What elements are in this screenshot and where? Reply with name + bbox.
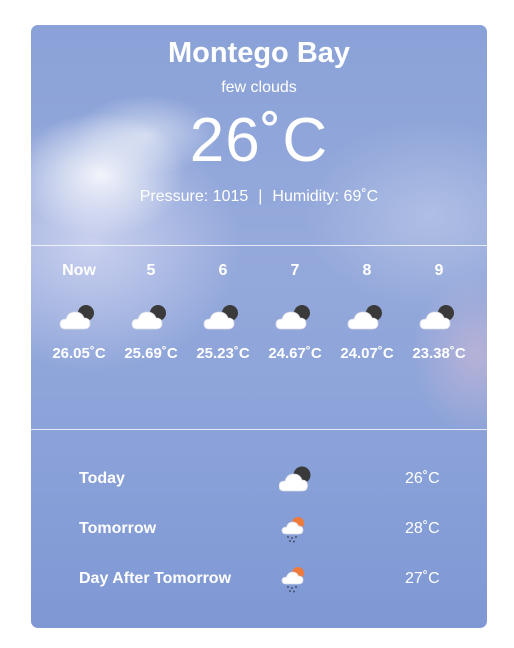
hourly-item: 7 24.67˚C	[259, 261, 331, 367]
daily-row: Tomorrow 28˚C	[31, 514, 487, 544]
hour-label: 9	[434, 262, 444, 279]
divider	[31, 245, 487, 246]
day-label: Tomorrow	[79, 520, 157, 537]
few-clouds-night-icon	[275, 305, 310, 330]
hour-label: 6	[218, 262, 228, 279]
few-clouds-night-icon	[203, 305, 238, 330]
rain-sun-icon	[281, 567, 304, 593]
hour-temperature: 25.23˚C	[196, 345, 250, 362]
day-temperature: 26˚C	[405, 470, 440, 487]
day-label: Day After Tomorrow	[79, 570, 232, 587]
hour-label: 8	[362, 262, 372, 279]
hourly-forecast: Now 26.05˚C 5 25.69˚C 6 25.23˚C 7 24.67˚…	[43, 261, 475, 411]
weather-details: Pressure: 1015 | Humidity: 69˚C	[31, 188, 487, 206]
day-label: Today	[79, 470, 125, 487]
city-name: Montego Bay	[167, 37, 351, 69]
hour-label: 5	[146, 262, 156, 279]
weather-card: Montego Bay few clouds 26˚C Pressure: 10…	[31, 25, 487, 628]
few-clouds-night-icon	[131, 305, 166, 330]
rain-sun-icon	[281, 517, 304, 543]
hour-label: Now	[62, 262, 96, 279]
hourly-item: 8 24.07˚C	[331, 261, 403, 367]
hourly-item: 5 25.69˚C	[115, 261, 187, 367]
divider	[31, 429, 487, 430]
hour-temperature: 26.05˚C	[52, 345, 106, 362]
hourly-item: 6 25.23˚C	[187, 261, 259, 367]
day-temperature: 28˚C	[405, 520, 440, 537]
details-separator: |	[258, 188, 263, 205]
daily-row: Today 26˚C	[31, 464, 487, 494]
weather-description: few clouds	[221, 79, 297, 96]
few-clouds-night-icon	[419, 305, 454, 330]
hour-temperature: 23.38˚C	[412, 345, 466, 362]
hour-label: 7	[290, 262, 300, 279]
day-temperature: 27˚C	[405, 570, 440, 587]
hourly-item: Now 26.05˚C	[43, 261, 115, 367]
few-clouds-night-icon	[347, 305, 382, 330]
current-weather: Montego Bay few clouds 26˚C Pressure: 10…	[31, 25, 487, 245]
hour-temperature: 24.07˚C	[340, 345, 394, 362]
few-clouds-night-icon	[279, 466, 311, 492]
current-temperature: 26˚C	[189, 106, 329, 175]
hour-temperature: 24.67˚C	[268, 345, 322, 362]
pressure-value: Pressure: 1015	[139, 188, 249, 205]
hour-temperature: 25.69˚C	[124, 345, 178, 362]
daily-row: Day After Tomorrow 27˚C	[31, 564, 487, 594]
hourly-item: 9 23.38˚C	[403, 261, 475, 367]
humidity-value: Humidity: 69˚C	[272, 188, 379, 205]
few-clouds-night-icon	[59, 305, 94, 330]
